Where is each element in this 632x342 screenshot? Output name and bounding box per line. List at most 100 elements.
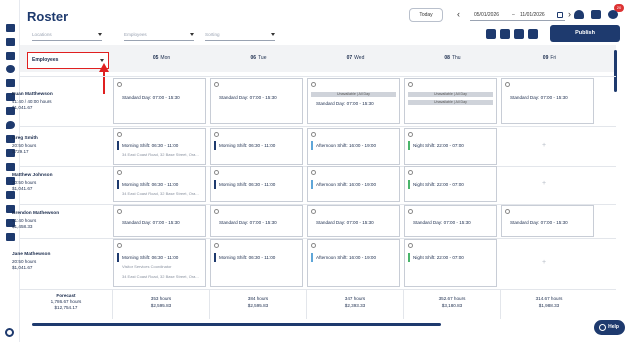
today-button[interactable]: Today xyxy=(409,8,443,22)
print-icon[interactable] xyxy=(500,29,510,39)
copy-icon[interactable] xyxy=(486,29,496,39)
next-week-icon[interactable]: › xyxy=(568,9,571,19)
mail-icon[interactable] xyxy=(591,10,601,19)
check-icon[interactable] xyxy=(408,209,413,214)
forecast-day: 347 hours $2,393.33 xyxy=(344,296,366,308)
check-icon[interactable] xyxy=(505,82,510,87)
shift-cell[interactable]: Standard Day: 07:00 - 15:30 xyxy=(210,78,303,124)
chevron-down-icon xyxy=(271,33,275,36)
forecast-summary: Forecast 1,786.67 hours $12,754.17 xyxy=(50,293,82,310)
day-header-thu: 08 Thu xyxy=(444,55,461,61)
location-icon[interactable] xyxy=(6,121,15,129)
shift-cell[interactable]: Standard Day: 07:00 - 15:30 xyxy=(113,205,206,237)
check-icon[interactable] xyxy=(311,132,316,137)
user-avatar-icon[interactable] xyxy=(608,10,618,19)
day-header-fri: 09 Fri xyxy=(542,55,557,61)
help-button[interactable]: Help xyxy=(594,320,625,335)
check-icon[interactable] xyxy=(117,132,122,137)
day-header-tue: 06 Tue xyxy=(250,55,267,61)
date-from: 05/01/2026 xyxy=(474,12,500,18)
chevron-down-icon xyxy=(100,59,104,62)
forecast-day: 384 hours $2,595.83 xyxy=(247,296,269,308)
add-shift-plus-icon[interactable]: + xyxy=(541,142,547,149)
previous-week-icon[interactable]: ‹ xyxy=(457,9,460,19)
check-icon[interactable] xyxy=(505,209,510,214)
check-icon[interactable] xyxy=(214,132,219,137)
shift-cell[interactable]: Unavailable | All Day Unavailable | All D… xyxy=(404,78,497,124)
check-icon[interactable] xyxy=(214,209,219,214)
horizontal-scrollbar[interactable] xyxy=(32,323,441,326)
check-icon[interactable] xyxy=(214,243,219,248)
team-icon[interactable] xyxy=(6,79,15,87)
shift-cell[interactable]: Morning Shift: 06:30 - 11:00 Visitor Serv… xyxy=(113,239,206,287)
page-title: Roster xyxy=(27,9,69,24)
shift-cell[interactable]: Morning Shift: 06:30 - 11:00 34 East Coas… xyxy=(113,166,206,202)
clock-icon[interactable] xyxy=(6,65,15,73)
sorting-filter[interactable]: Sorting xyxy=(205,30,275,41)
check-icon[interactable] xyxy=(311,82,316,87)
shift-cell[interactable]: Night Shift: 22:00 - 07:00 xyxy=(404,128,497,165)
check-icon[interactable] xyxy=(408,243,413,248)
check-icon[interactable] xyxy=(214,82,219,87)
date-range-picker[interactable]: 05/01/2026 – 11/01/2026 xyxy=(470,9,565,21)
list-icon[interactable] xyxy=(6,38,15,46)
check-icon[interactable] xyxy=(117,209,122,214)
shift-cell[interactable]: Morning Shift: 06:30 - 11:00 xyxy=(210,239,303,287)
forecast-day: 353 hours $2,595.83 xyxy=(150,296,172,308)
forecast-day: 352.67 hours $3,180.83 xyxy=(438,296,466,308)
add-shift-plus-icon[interactable]: + xyxy=(541,259,547,266)
shift-cell[interactable]: Night Shift: 22:00 - 07:00 xyxy=(404,166,497,202)
shift-cell[interactable]: Standard Day: 07:00 - 15:30 xyxy=(307,205,400,237)
day-header-mon: 05 Mon xyxy=(152,55,171,61)
employee-info: Matthew Johnson 20:50 hours $1,041.67 xyxy=(12,173,53,191)
check-icon[interactable] xyxy=(408,82,413,87)
add-shift-plus-icon[interactable]: + xyxy=(541,180,547,187)
cloud-icon[interactable] xyxy=(574,10,584,19)
shift-cell[interactable]: Morning Shift: 06:30 - 11:00 34 East Coas… xyxy=(113,128,206,165)
check-icon[interactable] xyxy=(311,170,316,175)
file-icon[interactable] xyxy=(6,163,15,171)
check-icon[interactable] xyxy=(117,170,122,175)
shift-cell[interactable]: Morning Shift: 06:30 - 11:00 xyxy=(210,166,303,202)
day-header-wed: 07 Wed xyxy=(346,55,365,61)
delete-icon[interactable] xyxy=(528,29,538,39)
check-icon[interactable] xyxy=(408,132,413,137)
shift-cell[interactable]: Afternoon Shift: 16:00 - 19:00 xyxy=(307,128,400,165)
people-icon[interactable] xyxy=(6,52,15,60)
publish-button[interactable]: Publish xyxy=(550,25,620,42)
shift-cell[interactable]: Unavailable | All Day Standard Day: 07:00… xyxy=(307,78,400,124)
check-icon[interactable] xyxy=(311,243,316,248)
employee-info: Brendon Mathewson 41:40 hours $1,458.33 xyxy=(12,211,60,229)
settings-gear-icon[interactable] xyxy=(5,328,14,337)
shift-cell[interactable]: Afternoon Shift: 16:00 - 19:00 xyxy=(307,166,400,202)
locations-filter[interactable]: Locations xyxy=(32,30,102,41)
shift-cell[interactable]: Night Shift: 22:00 - 07:00 xyxy=(404,239,497,287)
shift-cell[interactable]: Standard Day: 07:00 - 15:30 xyxy=(113,78,206,124)
check-icon[interactable] xyxy=(117,82,122,87)
date-separator: – xyxy=(512,12,515,18)
employee-info: Jane Mathewson 20:50 hours $1,041.67 xyxy=(12,252,51,270)
dashboard-icon[interactable] xyxy=(6,24,15,32)
check-icon[interactable] xyxy=(117,243,122,248)
employees-view-select[interactable]: Employees xyxy=(27,52,109,69)
download-icon[interactable] xyxy=(514,29,524,39)
employees-filter[interactable]: Employees xyxy=(124,30,194,41)
chart-icon[interactable] xyxy=(6,233,15,241)
employee-info: Euan Matthewson 41:40 / 40:00 hours $1,041… xyxy=(12,92,53,110)
shift-cell[interactable]: Standard Day: 07:00 - 15:30 xyxy=(501,205,594,237)
check-icon[interactable] xyxy=(214,170,219,175)
chevron-down-icon xyxy=(98,33,102,36)
shift-cell[interactable]: Standard Day: 07:00 - 15:30 xyxy=(501,78,594,124)
forecast-day: 314.67 hours $1,988.33 xyxy=(535,296,563,308)
shift-cell[interactable]: Standard Day: 07:00 - 15:30 xyxy=(404,205,497,237)
employee-info: Greg Smith 20:50 hours $729.17 xyxy=(12,136,38,154)
check-icon[interactable] xyxy=(408,170,413,175)
calendar-icon xyxy=(557,12,563,18)
shift-cell[interactable]: Afternoon Shift: 16:00 - 19:00 xyxy=(307,239,400,287)
shift-cell[interactable]: Morning Shift: 06:30 - 11:00 xyxy=(210,128,303,165)
chevron-down-icon xyxy=(190,33,194,36)
check-icon[interactable] xyxy=(311,209,316,214)
help-icon xyxy=(599,324,606,331)
date-to: 11/01/2026 xyxy=(520,12,545,18)
shift-cell[interactable]: Standard Day: 07:00 - 15:30 xyxy=(210,205,303,237)
